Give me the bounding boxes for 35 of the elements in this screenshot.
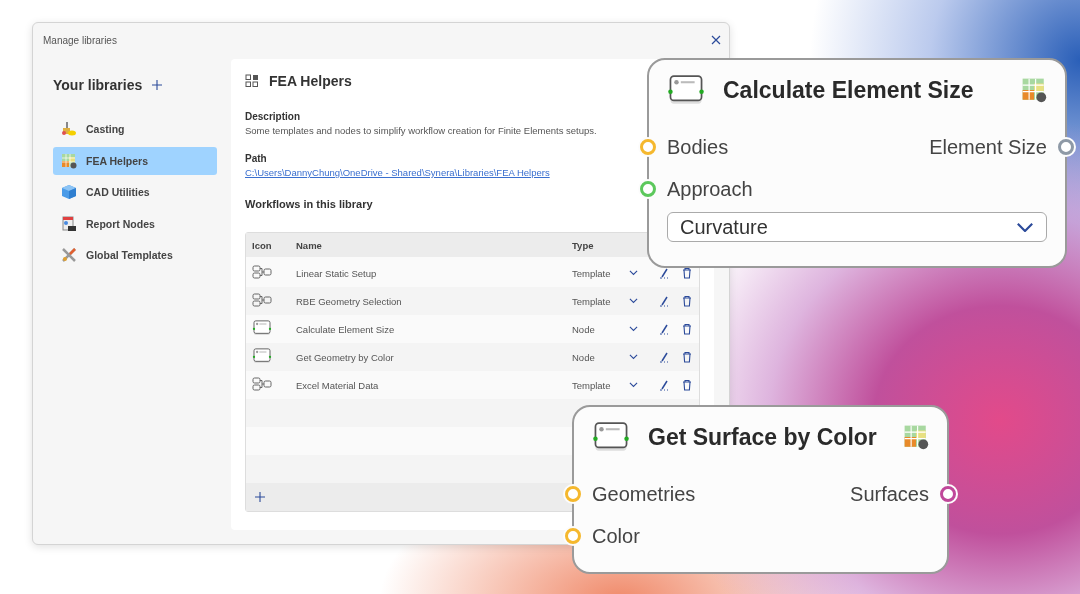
sidebar-item[interactable]: Report Nodes (53, 209, 217, 238)
output-label: Element Size (929, 135, 1047, 158)
table-cell-text: Calculate Element Size (296, 323, 396, 335)
table-cell-text: Linear Static Setup (296, 267, 378, 279)
node-title: Get Surface by Color (648, 423, 878, 451)
table-cell-text: RBE Geometry Selection (296, 295, 403, 307)
library-title: FEA Helpers (269, 73, 352, 89)
description-text: Some templates and nodes to simplify workflow creation for Finite Elements setups. (245, 125, 597, 136)
field-label: Path (245, 153, 267, 164)
window-title: Manage libraries (43, 34, 117, 46)
approach-dropdown[interactable]: Curvature (667, 212, 1047, 242)
type-dropdown[interactable]: Template (572, 295, 638, 307)
sidebar-item[interactable]: Casting (53, 115, 217, 143)
section-heading: Workflows in this library (245, 198, 373, 210)
sidebar-item[interactable]: Global Templates (53, 241, 217, 269)
type-dropdown[interactable]: Node (572, 323, 638, 335)
input-label: Bodies (667, 135, 729, 158)
sidebar-heading: Your libraries (53, 77, 143, 93)
field-label: Description (245, 111, 300, 122)
input-label: Geometries (592, 482, 696, 505)
output-label: Surfaces (850, 482, 929, 505)
table-cell-text: Get Geometry by Color (296, 351, 395, 363)
column-header: Type (572, 239, 595, 251)
sidebar-item[interactable]: CAD Utilities (53, 178, 217, 206)
column-header: Icon (252, 239, 273, 251)
table-cell-text: Excel Material Data (296, 379, 380, 391)
type-dropdown[interactable]: Template (572, 267, 638, 279)
type-dropdown[interactable]: Node (572, 351, 638, 363)
type-dropdown[interactable]: Template (572, 379, 638, 391)
column-header: Name (296, 239, 323, 251)
sidebar-item[interactable]: FEA Helpers (53, 146, 217, 175)
input-label: Approach (667, 177, 753, 200)
node-title: Calculate Element Size (723, 76, 975, 104)
path-link[interactable]: C:\Users\DannyChung\OneDrive - Shared\Synera\Libraries\FEA Helpers (245, 167, 550, 178)
input-label: Color (592, 524, 640, 547)
